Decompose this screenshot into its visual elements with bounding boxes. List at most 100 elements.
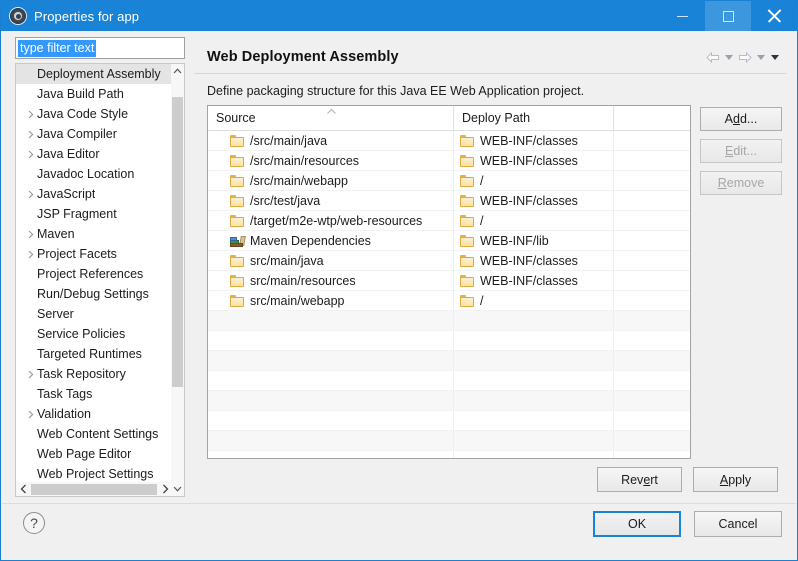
settings-tree[interactable]: Deployment Assembly Java Build Path Java C… bbox=[15, 63, 185, 497]
table-row[interactable]: /target/m2e-wtp/web-resources / bbox=[208, 211, 690, 231]
sidebar-item-label: Java Code Style bbox=[37, 107, 129, 121]
sidebar-item-deployment-assembly[interactable]: Deployment Assembly bbox=[16, 64, 172, 84]
chevron-right-icon[interactable] bbox=[24, 110, 37, 119]
filter-input-box[interactable]: type filter text bbox=[15, 37, 185, 59]
scroll-right-icon[interactable] bbox=[158, 482, 172, 496]
table-row-empty[interactable] bbox=[208, 451, 690, 458]
sidebar-item-service-policies[interactable]: Service Policies bbox=[16, 324, 172, 344]
sidebar-item-label: Java Compiler bbox=[37, 127, 117, 141]
cell-source-label: /src/main/java bbox=[250, 133, 328, 148]
table-row[interactable]: Maven Dependencies WEB-INF/lib bbox=[208, 231, 690, 251]
sidebar-item-jsp-fragment[interactable]: JSP Fragment bbox=[16, 204, 172, 224]
cell-empty bbox=[208, 351, 454, 371]
folder-icon bbox=[460, 134, 475, 147]
cancel-button[interactable]: Cancel bbox=[694, 511, 782, 537]
forward-arrow-icon[interactable] bbox=[736, 47, 754, 67]
edit-button: Edit... bbox=[700, 139, 782, 163]
minimize-icon bbox=[676, 15, 688, 17]
chevron-right-icon[interactable] bbox=[24, 130, 37, 139]
sidebar-item-run-debug-settings[interactable]: Run/Debug Settings bbox=[16, 284, 172, 304]
sidebar-item-validation[interactable]: Validation bbox=[16, 404, 172, 424]
sidebar-item-web-project-settings[interactable]: Web Project Settings bbox=[16, 464, 172, 484]
view-menu-dropdown-icon[interactable] bbox=[768, 47, 782, 67]
sidebar-item-javascript[interactable]: JavaScript bbox=[16, 184, 172, 204]
back-dropdown-icon[interactable] bbox=[722, 47, 736, 67]
deployment-assembly-table[interactable]: Source Deploy Path /src/main/java WEB-INF… bbox=[207, 105, 691, 459]
sidebar-item-maven[interactable]: Maven bbox=[16, 224, 172, 244]
minimize-button[interactable] bbox=[659, 1, 705, 31]
scroll-down-icon[interactable] bbox=[171, 482, 184, 496]
table-row[interactable]: /src/test/java WEB-INF/classes bbox=[208, 191, 690, 211]
table-row-empty[interactable] bbox=[208, 391, 690, 411]
tree-horizontal-scrollbar[interactable] bbox=[16, 482, 172, 496]
table-row[interactable]: /src/main/webapp / bbox=[208, 171, 690, 191]
table-row[interactable]: src/main/java WEB-INF/classes bbox=[208, 251, 690, 271]
table-row[interactable]: src/main/webapp / bbox=[208, 291, 690, 311]
ok-button[interactable]: OK bbox=[593, 511, 681, 537]
table-row[interactable]: /src/main/resources WEB-INF/classes bbox=[208, 151, 690, 171]
title-bar[interactable]: Properties for app bbox=[1, 1, 797, 31]
table-row-empty[interactable] bbox=[208, 411, 690, 431]
page-action-buttons: Revert Apply bbox=[194, 467, 786, 492]
chevron-right-icon[interactable] bbox=[24, 230, 37, 239]
add-button[interactable]: Add... bbox=[700, 107, 782, 131]
chevron-right-icon[interactable] bbox=[24, 410, 37, 419]
page-description: Define packaging structure for this Java… bbox=[207, 84, 585, 98]
scroll-left-icon[interactable] bbox=[16, 482, 30, 496]
forward-dropdown-icon[interactable] bbox=[754, 47, 768, 67]
table-row-empty[interactable] bbox=[208, 431, 690, 451]
sidebar-item-targeted-runtimes[interactable]: Targeted Runtimes bbox=[16, 344, 172, 364]
tree-vertical-scrollbar[interactable] bbox=[171, 64, 184, 496]
chevron-right-icon[interactable] bbox=[24, 150, 37, 159]
sidebar-item-java-code-style[interactable]: Java Code Style bbox=[16, 104, 172, 124]
cell-empty bbox=[614, 311, 690, 331]
cell-extra bbox=[614, 231, 690, 251]
table-row[interactable]: src/main/resources WEB-INF/classes bbox=[208, 271, 690, 291]
sidebar-item-label: Java Editor bbox=[37, 147, 100, 161]
chevron-right-icon[interactable] bbox=[24, 370, 37, 379]
table-row-empty[interactable] bbox=[208, 331, 690, 351]
column-header-extra[interactable] bbox=[614, 106, 690, 130]
column-header-deploy-path[interactable]: Deploy Path bbox=[454, 106, 614, 130]
close-button[interactable] bbox=[751, 1, 797, 31]
table-row-empty[interactable] bbox=[208, 351, 690, 371]
chevron-right-icon[interactable] bbox=[24, 190, 37, 199]
sidebar-item-task-repository[interactable]: Task Repository bbox=[16, 364, 172, 384]
maximize-button[interactable] bbox=[705, 1, 751, 31]
dialog-body: type filter text Deployment Assembly Java… bbox=[2, 31, 796, 559]
sidebar-item-server[interactable]: Server bbox=[16, 304, 172, 324]
sidebar-item-java-build-path[interactable]: Java Build Path bbox=[16, 84, 172, 104]
sidebar-item-project-facets[interactable]: Project Facets bbox=[16, 244, 172, 264]
table-row[interactable]: /src/main/java WEB-INF/classes bbox=[208, 131, 690, 151]
help-button[interactable]: ? bbox=[23, 512, 45, 534]
table-row-empty[interactable] bbox=[208, 311, 690, 331]
properties-dialog: Properties for app type filter text Depl… bbox=[0, 0, 798, 561]
cell-source: src/main/resources bbox=[208, 271, 454, 291]
sidebar-item-web-content-settings[interactable]: Web Content Settings bbox=[16, 424, 172, 444]
apply-button[interactable]: Apply bbox=[693, 467, 778, 492]
tree-hscrollbar-thumb[interactable] bbox=[31, 484, 157, 495]
table-row-empty[interactable] bbox=[208, 371, 690, 391]
sidebar-item-label: Project References bbox=[37, 267, 144, 281]
cell-deploy-path-label: WEB-INF/classes bbox=[480, 133, 578, 148]
cell-deploy-path: / bbox=[454, 171, 614, 191]
sidebar-item-java-compiler[interactable]: Java Compiler bbox=[16, 124, 172, 144]
chevron-right-icon[interactable] bbox=[24, 250, 37, 259]
tree-scrollbar-thumb[interactable] bbox=[172, 97, 183, 387]
cell-empty bbox=[614, 451, 690, 458]
filter-input[interactable]: type filter text bbox=[18, 39, 97, 57]
folder-icon bbox=[230, 154, 245, 167]
table-action-buttons: Add... Edit... Remove bbox=[700, 107, 782, 203]
sidebar-item-javadoc-location[interactable]: Javadoc Location bbox=[16, 164, 172, 184]
cell-extra bbox=[614, 131, 690, 151]
revert-button[interactable]: Revert bbox=[597, 467, 682, 492]
back-arrow-icon[interactable] bbox=[704, 47, 722, 67]
scroll-up-icon[interactable] bbox=[171, 64, 184, 78]
sidebar-item-java-editor[interactable]: Java Editor bbox=[16, 144, 172, 164]
sidebar-item-label: Run/Debug Settings bbox=[37, 287, 149, 301]
sidebar-item-web-page-editor[interactable]: Web Page Editor bbox=[16, 444, 172, 464]
sidebar-item-task-tags[interactable]: Task Tags bbox=[16, 384, 172, 404]
sidebar-item-label: Java Build Path bbox=[37, 87, 124, 101]
sidebar-item-project-references[interactable]: Project References bbox=[16, 264, 172, 284]
column-header-source[interactable]: Source bbox=[208, 106, 454, 130]
